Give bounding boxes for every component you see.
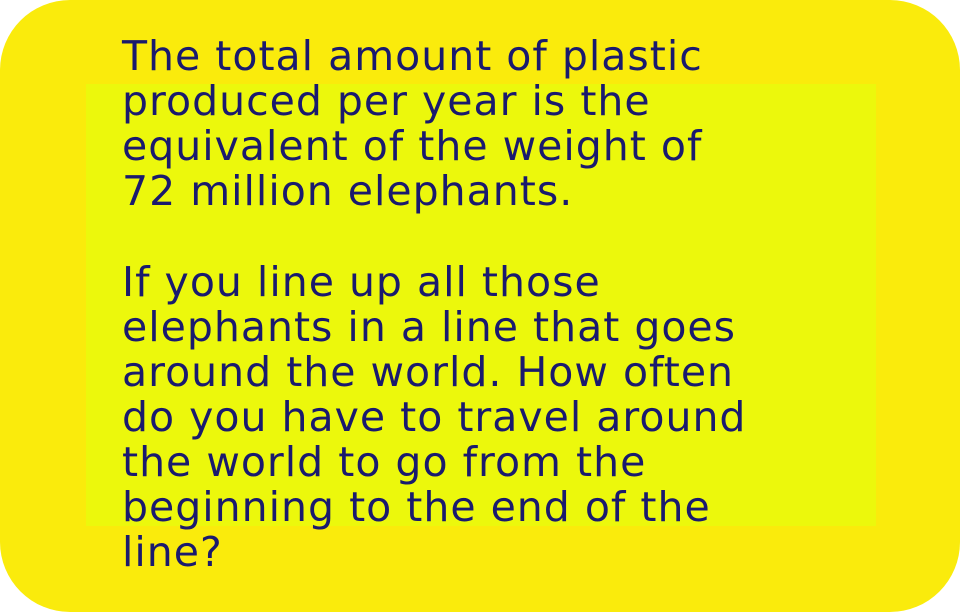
text-line: around the world. How often [122,348,735,396]
text-line: The total amount of plastic [122,32,703,80]
question-text: The total amount of plastic produced per… [122,34,952,575]
question-card: The total amount of plastic produced per… [0,0,960,612]
text-line: do you have to travel around [122,393,747,441]
text-line: elephants in a line that goes [122,303,737,351]
text-line: produced per year is the [122,77,651,125]
text-line: If you line up all those [122,258,601,306]
text-line: beginning to the end of the [122,483,711,531]
text-line: the world to go from the [122,438,647,486]
question-paragraph: If you line up all those elephants in a … [122,260,952,575]
text-line: line? [122,528,223,576]
text-line: equivalent of the weight of [122,122,703,170]
fact-paragraph: The total amount of plastic produced per… [122,34,952,214]
text-line: 72 million elephants. [122,167,574,215]
